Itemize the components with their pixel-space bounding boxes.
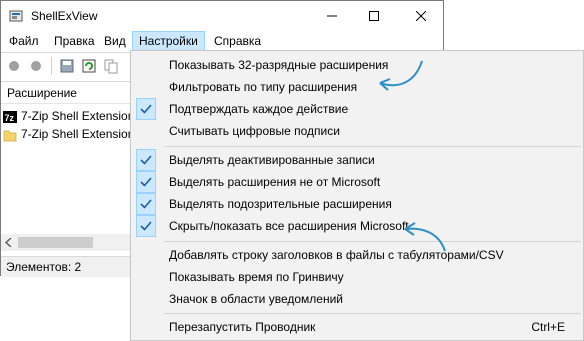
- toolbar-divider: [51, 57, 52, 75]
- save-icon[interactable]: [59, 58, 75, 74]
- column-header-label: Расширение: [7, 86, 77, 100]
- menu-separator: [164, 313, 581, 314]
- settings-dropdown-menu: Показывать 32-разрядные расширения Фильт…: [130, 50, 584, 341]
- menu-item-label: Выделять деактивированные записи: [169, 153, 375, 167]
- menu-item-shortcut: Ctrl+E: [531, 320, 565, 334]
- menu-view[interactable]: Вид: [98, 31, 132, 51]
- menu-edit[interactable]: Правка: [48, 31, 101, 51]
- menu-item-highlight-suspicious[interactable]: Выделять подозрительные расширения: [131, 193, 583, 215]
- list-item-label: 7-Zip Shell Extension: [21, 109, 135, 123]
- menu-file[interactable]: Файл: [3, 31, 45, 51]
- menu-item-label: Скрыть/показать все расширения Microsoft: [169, 219, 409, 233]
- disable-icon[interactable]: [6, 58, 22, 74]
- menu-item-csv-header[interactable]: Добавлять строку заголовков в файлы с та…: [131, 244, 583, 266]
- menu-bar: Файл Правка Вид Настройки Справка: [1, 31, 443, 51]
- checkmark-icon: [136, 215, 156, 237]
- menu-item-label: Считывать цифровые подписи: [169, 124, 340, 138]
- close-button[interactable]: [398, 1, 444, 31]
- menu-item-highlight-disabled[interactable]: Выделять деактивированные записи: [131, 149, 583, 171]
- annotation-arrow-icon: [404, 222, 446, 252]
- checkmark-icon: [136, 98, 156, 120]
- menu-item-show-32bit[interactable]: Показывать 32-разрядные расширения: [131, 54, 583, 76]
- status-text: Элементов: 2: [6, 260, 82, 274]
- list-item-label: 7-Zip Shell Extension: [21, 127, 135, 141]
- annotation-arrow-icon: [379, 60, 423, 91]
- maximize-button[interactable]: [351, 1, 397, 31]
- checkmark-icon: [136, 193, 156, 215]
- menu-item-label: Выделять расширения не от Microsoft: [169, 175, 381, 189]
- minimize-button[interactable]: [309, 1, 355, 31]
- menu-item-label: Показывать время по Гринвичу: [169, 270, 344, 284]
- checkmark-icon: [136, 171, 156, 193]
- list-item[interactable]: 7z 7-Zip Shell Extension: [3, 107, 134, 125]
- minimize-icon: [327, 15, 337, 17]
- window-title: ShellExView: [31, 9, 98, 23]
- copy-icon[interactable]: [103, 58, 119, 74]
- menu-item-label: Значок в области уведомлений: [169, 292, 344, 306]
- menu-item-label: Выделять подозрительные расширения: [169, 197, 392, 211]
- folder-icon: [3, 130, 17, 142]
- checkmark-icon: [136, 149, 156, 171]
- menu-item-gmt-time[interactable]: Показывать время по Гринвичу: [131, 266, 583, 288]
- menu-item-restart-explorer[interactable]: Перезапустить Проводник Ctrl+E: [131, 316, 583, 338]
- close-icon: [416, 11, 426, 21]
- menu-separator: [164, 146, 581, 147]
- menu-settings[interactable]: Настройки: [132, 31, 205, 51]
- app-icon: [9, 10, 23, 22]
- enable-icon[interactable]: [28, 58, 44, 74]
- scroll-left-icon[interactable]: [5, 238, 13, 247]
- menu-separator: [164, 241, 581, 242]
- menu-item-read-signatures[interactable]: Считывать цифровые подписи: [131, 120, 583, 142]
- svg-text:7z: 7z: [5, 113, 15, 123]
- menu-item-filter-by-type[interactable]: Фильтровать по типу расширения: [131, 76, 583, 98]
- title-bar[interactable]: ShellExView: [1, 1, 443, 31]
- menu-item-toggle-microsoft[interactable]: Скрыть/показать все расширения Microsoft: [131, 215, 583, 237]
- menu-item-label: Перезапустить Проводник: [169, 320, 316, 334]
- menu-item-label: Фильтровать по типу расширения: [169, 80, 358, 94]
- list-item[interactable]: 7-Zip Shell Extension: [3, 125, 134, 143]
- maximize-icon: [369, 11, 379, 21]
- scrollbar-thumb[interactable]: [18, 237, 93, 248]
- menu-item-label: Показывать 32-разрядные расширения: [169, 58, 389, 72]
- refresh-icon[interactable]: [81, 58, 97, 74]
- 7zip-icon: 7z: [3, 110, 17, 123]
- menu-item-confirm-actions[interactable]: Подтверждать каждое действие: [131, 98, 583, 120]
- menu-item-tray-icon[interactable]: Значок в области уведомлений: [131, 288, 583, 310]
- menu-item-label: Подтверждать каждое действие: [169, 102, 349, 116]
- menu-help[interactable]: Справка: [208, 31, 267, 51]
- menu-item-highlight-non-microsoft[interactable]: Выделять расширения не от Microsoft: [131, 171, 583, 193]
